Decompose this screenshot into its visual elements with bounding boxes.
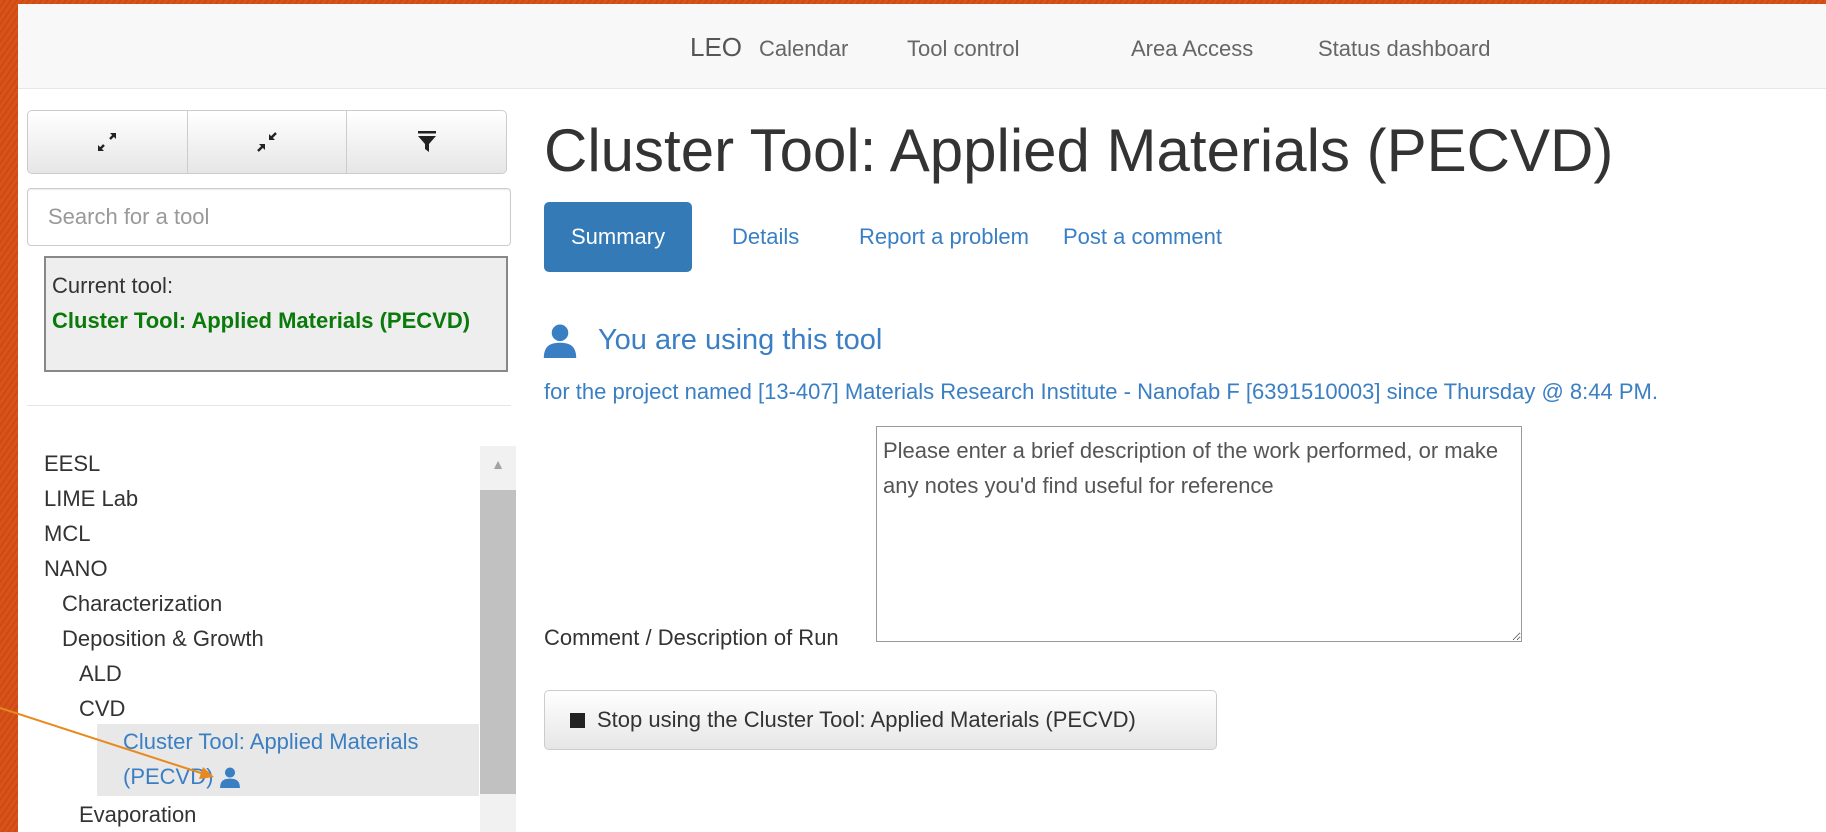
comment-textarea[interactable] (876, 426, 1522, 642)
tool-search-input[interactable] (27, 188, 511, 246)
top-navbar: LEO Calendar Tool control Area Access St… (18, 4, 1826, 89)
stop-button-label: Stop using the Cluster Tool: Applied Mat… (597, 707, 1136, 732)
expand-all-button[interactable] (28, 111, 188, 173)
stop-using-tool-button[interactable]: Stop using the Cluster Tool: Applied Mat… (544, 690, 1217, 750)
nav-calendar[interactable]: Calendar (759, 36, 848, 62)
filter-icon (417, 131, 436, 152)
active-tool-line1: Cluster Tool: Applied Materials (123, 729, 419, 754)
current-tool-name[interactable]: Cluster Tool: Applied Materials (PECVD) (52, 303, 500, 338)
collapse-icon (257, 132, 277, 152)
tree-item-evaporation[interactable]: Evaporation (79, 797, 196, 832)
sidebar-divider (27, 405, 511, 406)
current-tool-panel: Current tool: Cluster Tool: Applied Mate… (44, 256, 508, 372)
tab-details[interactable]: Details (732, 202, 799, 272)
tab-post-a-comment[interactable]: Post a comment (1063, 202, 1222, 272)
tree-item-active-tool[interactable]: Cluster Tool: Applied Materials (PECVD) (97, 724, 479, 796)
app-page: LEO Calendar Tool control Area Access St… (18, 4, 1826, 832)
collapse-all-button[interactable] (188, 111, 348, 173)
tree-item-deposition-growth[interactable]: Deposition & Growth (62, 621, 264, 656)
tab-report-a-problem[interactable]: Report a problem (859, 202, 1029, 272)
nav-tool-control[interactable]: Tool control (907, 36, 1020, 62)
tab-summary[interactable]: Summary (544, 202, 693, 272)
nav-area-access[interactable]: Area Access (1131, 36, 1253, 62)
nav-status-dashboard[interactable]: Status dashboard (1318, 36, 1490, 62)
current-tool-label: Current tool: (52, 273, 174, 298)
scroll-thumb[interactable] (480, 490, 516, 794)
brand-link[interactable]: LEO (690, 32, 742, 63)
tree-control-button-group (27, 110, 507, 174)
comment-label: Comment / Description of Run (544, 625, 839, 650)
tree-item-nano[interactable]: NANO (44, 551, 108, 586)
tree-scrollbar[interactable]: ▲ (480, 446, 516, 832)
project-info-line: for the project named [13-407] Materials… (544, 379, 1658, 404)
tree-item-mcl[interactable]: MCL (44, 516, 90, 551)
tool-tree: EESL LIME Lab MCL NANO Characterization … (44, 446, 497, 832)
tree-item-ald[interactable]: ALD (79, 656, 122, 691)
scroll-up-arrow-icon[interactable]: ▲ (480, 446, 516, 482)
tree-item-eesl[interactable]: EESL (44, 446, 100, 481)
filter-button[interactable] (347, 111, 506, 173)
using-tool-heading: You are using this tool (542, 322, 882, 358)
tree-item-characterization[interactable]: Characterization (62, 586, 222, 621)
active-tool-line2: (PECVD) (123, 764, 214, 789)
page-title: Cluster Tool: Applied Materials (PECVD) (544, 117, 1614, 184)
user-icon (543, 324, 577, 358)
using-tool-text: You are using this tool (598, 323, 883, 356)
tree-item-lime-lab[interactable]: LIME Lab (44, 481, 138, 516)
user-icon (220, 767, 241, 788)
tree-item-cvd[interactable]: CVD (79, 691, 125, 726)
stop-icon (570, 712, 585, 728)
expand-icon (98, 133, 117, 151)
